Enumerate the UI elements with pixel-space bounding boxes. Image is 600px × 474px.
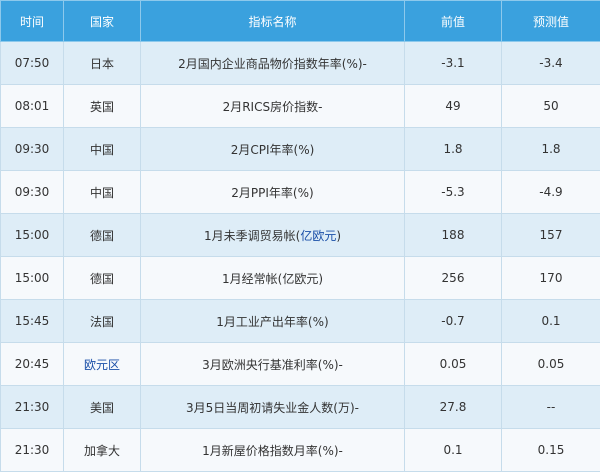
indicator-cell: 2月CPI年率(%) — [140, 127, 405, 171]
table-row: 09:30 中国 2月CPI年率(%) 1.8 1.8 — [0, 127, 600, 171]
forecast-cell: 0.1 — [501, 299, 600, 343]
forecast-cell: 1.8 — [501, 127, 600, 171]
header-time: 时间 — [0, 0, 64, 42]
indicator-cell: 1月未季调贸易帐(亿欧元) — [140, 213, 405, 257]
header-forecast: 预测值 — [501, 0, 600, 42]
indicator-cell: 2月RICS房价指数- — [140, 84, 405, 128]
previous-cell: 0.05 — [404, 342, 502, 386]
forecast-cell: 157 — [501, 213, 600, 257]
table-row: 15:00 德国 1月未季调贸易帐(亿欧元) 188 157 — [0, 213, 600, 257]
table-row: 15:00 德国 1月经常帐(亿欧元) 256 170 — [0, 256, 600, 300]
forecast-cell: -- — [501, 385, 600, 429]
country-cell: 美国 — [63, 385, 141, 429]
indicator-text-suffix: ) — [336, 228, 342, 243]
country-cell: 德国 — [63, 256, 141, 300]
time-cell: 21:30 — [0, 385, 64, 429]
previous-cell: 0.1 — [404, 428, 502, 472]
table-row: 07:50 日本 2月国内企业商品物价指数年率(%)- -3.1 -3.4 — [0, 41, 600, 85]
country-cell: 加拿大 — [63, 428, 141, 472]
indicator-text-prefix: 1月未季调贸易帐( — [203, 228, 301, 243]
indicator-cell: 3月5日当周初请失业金人数(万)- — [140, 385, 405, 429]
header-country: 国家 — [63, 0, 141, 42]
header-previous: 前值 — [404, 0, 502, 42]
indicator-cell: 1月新屋价格指数月率(%)- — [140, 428, 405, 472]
table-row: 09:30 中国 2月PPI年率(%) -5.3 -4.9 — [0, 170, 600, 214]
table-row: 21:30 美国 3月5日当周初请失业金人数(万)- 27.8 -- — [0, 385, 600, 429]
previous-cell: -0.7 — [404, 299, 502, 343]
time-cell: 09:30 — [0, 127, 64, 171]
time-cell: 21:30 — [0, 428, 64, 472]
country-cell: 欧元区 — [63, 342, 141, 386]
table-row: 08:01 英国 2月RICS房价指数- 49 50 — [0, 84, 600, 128]
eurozone-link[interactable]: 欧元区 — [84, 358, 120, 372]
time-cell: 20:45 — [0, 342, 64, 386]
indicator-cell: 2月国内企业商品物价指数年率(%)- — [140, 41, 405, 85]
forecast-cell: 170 — [501, 256, 600, 300]
indicator-cell: 2月PPI年率(%) — [140, 170, 405, 214]
country-cell: 中国 — [63, 127, 141, 171]
country-cell: 法国 — [63, 299, 141, 343]
table-row: 20:45 欧元区 3月欧洲央行基准利率(%)- 0.05 0.05 — [0, 342, 600, 386]
country-cell: 德国 — [63, 213, 141, 257]
indicator-cell: 3月欧洲央行基准利率(%)- — [140, 342, 405, 386]
country-cell: 英国 — [63, 84, 141, 128]
country-cell: 中国 — [63, 170, 141, 214]
indicator-cell: 1月工业产出年率(%) — [140, 299, 405, 343]
forecast-cell: 50 — [501, 84, 600, 128]
economic-calendar-table: 时间 国家 指标名称 前值 预测值 07:50 日本 2月国内企业商品物价指数年… — [0, 0, 600, 472]
previous-cell: 256 — [404, 256, 502, 300]
header-indicator: 指标名称 — [140, 0, 405, 42]
table-header-row: 时间 国家 指标名称 前值 预测值 — [0, 0, 600, 42]
forecast-cell: -3.4 — [501, 41, 600, 85]
country-cell: 日本 — [63, 41, 141, 85]
time-cell: 15:00 — [0, 256, 64, 300]
previous-cell: 27.8 — [404, 385, 502, 429]
previous-cell: -5.3 — [404, 170, 502, 214]
previous-cell: 1.8 — [404, 127, 502, 171]
time-cell: 15:45 — [0, 299, 64, 343]
table-row: 15:45 法国 1月工业产出年率(%) -0.7 0.1 — [0, 299, 600, 343]
forecast-cell: 0.15 — [501, 428, 600, 472]
table-row: 21:30 加拿大 1月新屋价格指数月率(%)- 0.1 0.15 — [0, 428, 600, 472]
time-cell: 08:01 — [0, 84, 64, 128]
previous-cell: 49 — [404, 84, 502, 128]
forecast-cell: -4.9 — [501, 170, 600, 214]
time-cell: 09:30 — [0, 170, 64, 214]
previous-cell: 188 — [404, 213, 502, 257]
forecast-cell: 0.05 — [501, 342, 600, 386]
time-cell: 07:50 — [0, 41, 64, 85]
indicator-cell: 1月经常帐(亿欧元) — [140, 256, 405, 300]
time-cell: 15:00 — [0, 213, 64, 257]
previous-cell: -3.1 — [404, 41, 502, 85]
euro-link[interactable]: 亿欧元 — [300, 229, 336, 243]
